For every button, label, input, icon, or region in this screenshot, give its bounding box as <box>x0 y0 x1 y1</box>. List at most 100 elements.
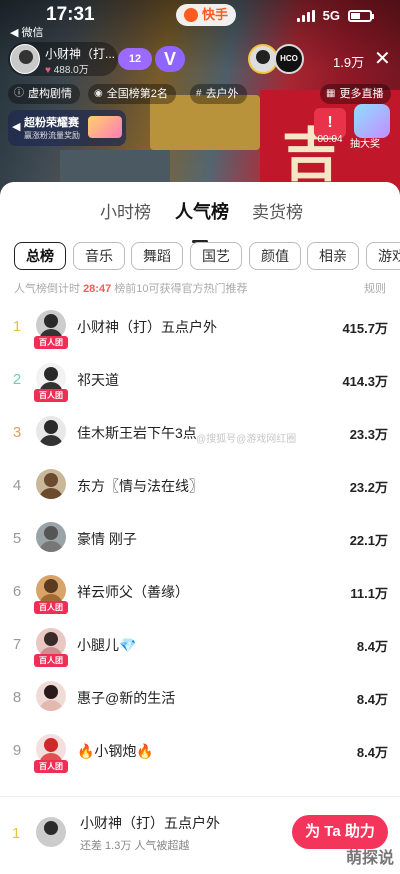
close-icon[interactable]: ✕ <box>374 46 391 71</box>
signal-icon <box>296 9 315 22</box>
countdown-bar: 人气榜倒计时 28:47 榜前10可获得官方热门推荐 <box>14 280 248 296</box>
chip-national-rank[interactable]: ◉ 全国榜第2名 <box>88 84 176 104</box>
list-item[interactable]: 7 百人团 小腿儿💎 8.4万 <box>0 618 400 672</box>
kuaishou-badge-label: 快手 <box>202 7 229 22</box>
my-rank-footer: 1 小财神（打）五点户外 还差 1.3万 人气被超越 为 Ta 助力 萌探说 <box>0 796 400 874</box>
group-badge: 百人团 <box>34 336 68 349</box>
status-bar: 17:31 ◀ 微信 快手 5G <box>0 0 400 39</box>
filter-folk-art[interactable]: 国艺 <box>190 242 242 270</box>
status-time: 17:31 <box>46 4 95 25</box>
group-badge: 百人团 <box>34 601 68 614</box>
popularity-score: 415.7万 <box>342 321 388 336</box>
watermark: @搜狐号@游戏网红圈 <box>196 434 297 445</box>
category-filters: 总榜 音乐 舞蹈 国艺 颜值 相亲 游戏 <box>14 242 400 270</box>
filter-overall[interactable]: 总榜 <box>14 242 66 270</box>
fan-level-badge[interactable]: 12 <box>118 48 152 70</box>
streamer-name: 惠子@新的生活 <box>77 690 176 706</box>
popularity-score: 22.1万 <box>349 533 388 548</box>
avatar[interactable] <box>36 416 66 446</box>
list-item[interactable]: 4 东方〖情与法在线〗 23.2万 <box>0 459 400 513</box>
streamer-name: 佳木斯王岩下午3点 <box>77 425 197 441</box>
avatar[interactable] <box>36 817 66 847</box>
lottery-label[interactable]: 抽大奖 <box>350 135 380 150</box>
network-type: 5G <box>322 8 340 23</box>
kuaishou-logo-icon <box>184 8 198 22</box>
list-item[interactable]: 6 百人团 祥云师父（善缘） 11.1万 <box>0 565 400 619</box>
rank-number: 6 <box>12 583 22 600</box>
heart-icon: ♥ <box>45 65 51 76</box>
pk-timer: 00:04 <box>317 134 343 145</box>
group-badge: 百人团 <box>34 654 68 667</box>
popularity-score: 23.2万 <box>349 480 388 495</box>
rules-link[interactable]: 规则 <box>364 280 386 296</box>
promo-subtitle: 赢涨粉流量奖励 <box>24 131 80 140</box>
chip-outdoor[interactable]: # 去户外 <box>190 84 247 104</box>
popularity-score: 414.3万 <box>342 374 388 389</box>
grid-icon: ▦ <box>326 88 336 99</box>
rank-number: 2 <box>12 371 22 388</box>
battery-icon <box>348 9 374 22</box>
ranking-tabs: 小时榜 人气榜 卖货榜 <box>0 198 400 243</box>
streamer-name: 东方〖情与法在线〗 <box>77 478 203 494</box>
filter-dating[interactable]: 相亲 <box>307 242 359 270</box>
chip-label: 去户外 <box>205 88 239 100</box>
promo-banner[interactable]: ◀ 超粉荣耀赛 赢涨粉流量奖励 <box>8 110 126 146</box>
list-item[interactable]: 1 百人团 小财神（打）五点户外 415.7万 <box>0 300 400 354</box>
tab-popularity[interactable]: 人气榜 <box>175 198 229 224</box>
status-indicators: 5G <box>296 8 374 23</box>
viewer-avatar[interactable]: HCO 放打喂 <box>274 44 304 74</box>
rank-number: 9 <box>12 742 22 759</box>
avatar[interactable] <box>36 469 66 499</box>
info-icon: ⓘ <box>14 88 24 99</box>
streamer-name: 祥云师父（善缘） <box>77 584 189 600</box>
popularity-score: 8.4万 <box>356 745 388 760</box>
live-stream-background: 吉 17:31 ◀ 微信 快手 5G 小财神（打... ♥ 488.0万 12 … <box>0 0 400 200</box>
filter-dance[interactable]: 舞蹈 <box>131 242 183 270</box>
popularity-score: 23.3万 <box>349 427 388 442</box>
anchor-avatar[interactable] <box>10 44 40 74</box>
rank-number: 4 <box>12 477 22 494</box>
corner-watermark: 萌探说 <box>345 850 394 867</box>
list-item[interactable]: 9 百人团 🔥小钢炮🔥 8.4万 <box>0 724 400 778</box>
list-item[interactable]: 2 百人团 祁天道 414.3万 <box>0 353 400 407</box>
anchor-likes-value: 488.0万 <box>53 65 89 76</box>
anchor-name[interactable]: 小财神（打... <box>45 45 115 62</box>
avatar[interactable] <box>36 522 66 552</box>
chip-label: 更多直播 <box>339 88 384 100</box>
footer-rank-number: 1 <box>12 825 21 842</box>
list-item[interactable]: 8 惠子@新的生活 8.4万 <box>0 671 400 725</box>
pin-icon: # <box>196 88 202 99</box>
streamer-name: 🔥小钢炮🔥 <box>77 743 154 759</box>
streamer-name: 豪情 刚子 <box>77 531 137 547</box>
filter-looks[interactable]: 颜值 <box>249 242 301 270</box>
promo-title: 超粉荣耀赛 <box>24 117 79 129</box>
chip-label: 虚构剧情 <box>28 88 72 100</box>
footer-gap-text: 还差 1.3万 人气被超越 <box>80 840 190 852</box>
gift-icon <box>88 116 122 138</box>
rank-number: 3 <box>12 424 22 441</box>
group-badge: 百人团 <box>34 760 68 773</box>
viewer-count[interactable]: 1.9万 <box>333 52 364 71</box>
streamer-name: 小财神（打）五点户外 <box>77 319 217 335</box>
streamer-name: 祁天道 <box>77 372 119 388</box>
filter-games[interactable]: 游戏 <box>366 242 400 270</box>
back-to-wechat-link[interactable]: ◀ 微信 <box>10 24 44 40</box>
chip-label: 全国榜第2名 <box>106 88 168 100</box>
verified-badge[interactable]: V <box>155 46 185 72</box>
ranking-sheet: 小时榜 人气榜 卖货榜 总榜 音乐 舞蹈 国艺 颜值 相亲 游戏 人气榜倒计时 … <box>0 182 400 874</box>
tab-sales[interactable]: 卖货榜 <box>252 198 303 223</box>
countdown-time: 28:47 <box>83 283 112 295</box>
chip-more-live[interactable]: ▦ 更多直播 <box>320 84 392 104</box>
chip-fiction[interactable]: ⓘ 虚构剧情 <box>8 84 80 104</box>
tab-hourly[interactable]: 小时榜 <box>100 198 151 223</box>
location-icon: ◉ <box>94 88 103 99</box>
countdown-prefix: 人气榜倒计时 <box>14 283 80 295</box>
filter-music[interactable]: 音乐 <box>73 242 125 270</box>
rank-number: 7 <box>12 636 22 653</box>
list-item[interactable]: 5 豪情 刚子 22.1万 <box>0 512 400 566</box>
countdown-suffix: 榜前10可获得官方热门推荐 <box>114 283 248 295</box>
avatar[interactable] <box>36 681 66 711</box>
group-badge: 百人团 <box>34 389 68 402</box>
footer-streamer-name: 小财神（打）五点户外 <box>80 815 220 831</box>
lottery-icon[interactable] <box>354 104 390 138</box>
